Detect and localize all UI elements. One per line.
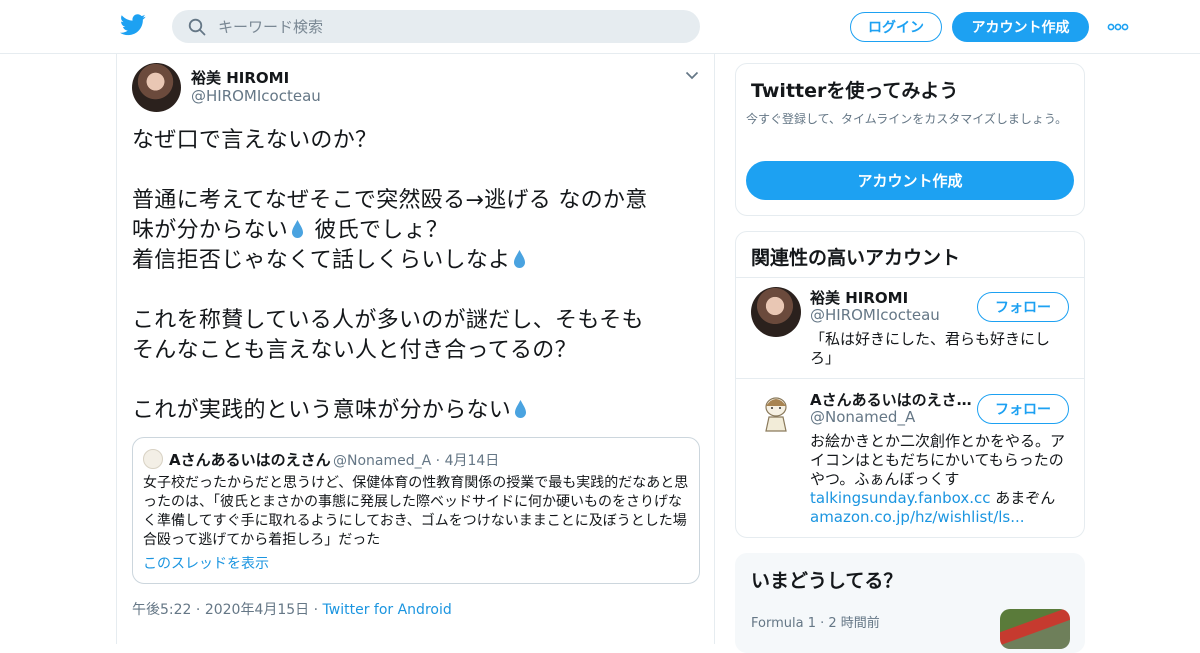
trends-card-title: いまどうしてる？ (751, 570, 903, 592)
quote-avatar[interactable] (143, 449, 163, 469)
trend-category: Formula 1 (751, 616, 816, 631)
tweet-line: 味が分からない (132, 218, 289, 243)
signup-card-title: Twitterを使ってみよう (751, 80, 959, 102)
trends-card: いまどうしてる？ Formula 1 · 2 時間前 (735, 553, 1085, 653)
quote-meta: @Nonamed_A · 4月14日 (333, 453, 500, 469)
more-options-icon[interactable] (1107, 22, 1129, 32)
account-handle[interactable]: @Nonamed_A (810, 408, 915, 426)
author-handle[interactable]: @HIROMIcocteau (191, 87, 321, 105)
tweet-source-link[interactable]: Twitter for Android (323, 602, 452, 618)
show-thread-link[interactable]: このスレッドを表示 (143, 553, 269, 573)
divider (736, 378, 1084, 379)
related-card-title: 関連性の高いアカウント (751, 247, 961, 269)
chevron-down-icon[interactable] (685, 71, 699, 80)
trend-meta[interactable]: Formula 1 · 2 時間前 (751, 612, 880, 631)
twitter-bird-icon[interactable] (120, 14, 146, 36)
droplet-emoji-icon (515, 400, 527, 418)
search-input[interactable] (218, 10, 678, 43)
trend-time: 2 時間前 (828, 616, 880, 631)
signup-button[interactable]: アカウント作成 (952, 12, 1089, 42)
tweet-time: 午後5:22 (132, 602, 192, 618)
droplet-emoji-icon (292, 220, 304, 238)
tweet-line: 彼氏でしょ？ (307, 218, 449, 243)
quote-author-handle: @Nonamed_A (333, 453, 432, 469)
author-avatar[interactable] (132, 63, 181, 112)
tweet-timestamp: 午後5:22 · 2020年4月15日 · Twitter for Androi… (132, 602, 452, 618)
tweet-line: なぜ口で言えないのか？ (132, 128, 378, 153)
tweet-line: これが実践的という意味が分からない (132, 398, 512, 423)
trend-thumbnail[interactable] (1000, 609, 1070, 649)
divider (736, 277, 1084, 278)
account-bio: お絵かきとか二次創作とかをやる。アイコンはともだちにかいてもらったのやつ。ふぁん… (810, 432, 1066, 526)
quote-author-name[interactable]: Aさんあるいはのえさん (169, 449, 331, 470)
related-accounts-card: 関連性の高いアカウント 裕美 HIROMI @HIROMIcocteau フォロ… (735, 231, 1085, 538)
tweet-date: 2020年4月15日 (204, 602, 310, 618)
top-bar: ログイン アカウント作成 (0, 0, 1200, 54)
account-avatar[interactable] (751, 287, 801, 337)
droplet-emoji-icon (514, 250, 526, 268)
account-name[interactable]: 裕美 HIROMI (810, 287, 975, 308)
login-button[interactable]: ログイン (850, 12, 942, 42)
tweet-line: 普通に考えてなぜそこで突然殴る→逃げる なのか意 (132, 188, 648, 213)
account-name[interactable]: Aさんあるいはのえさ… (810, 389, 975, 410)
quote-date: 4月14日 (444, 453, 500, 469)
signup-card-subtitle: 今すぐ登録して、タイムラインをカスタマイズしましょう。 (746, 112, 1068, 126)
quote-text: 女子校だったからだと思うけど、保健体育の性教育関係の授業で最も実践的だなあと思っ… (143, 475, 689, 548)
account-avatar[interactable] (751, 389, 801, 439)
account-handle[interactable]: @HIROMIcocteau (810, 306, 940, 324)
follow-button[interactable]: フォロー (977, 292, 1069, 322)
search-icon (188, 18, 206, 36)
search-bar[interactable] (172, 10, 700, 43)
tweet-line: これを称賛している人が多いのが謎だし、そもそも (132, 308, 644, 333)
bio-link[interactable]: amazon.co.jp/hz/wishlist/ls... (810, 508, 1025, 526)
follow-button[interactable]: フォロー (977, 394, 1069, 424)
signup-card-button[interactable]: アカウント作成 (746, 161, 1074, 200)
quoted-tweet[interactable]: Aさんあるいはのえさん @Nonamed_A · 4月14日 女子校だったからだ… (132, 437, 700, 584)
illustrated-avatar-icon (765, 397, 787, 432)
account-bio: 「私は好きにした、君らも好きにしろ」 (810, 330, 1051, 367)
bio-link[interactable]: talkingsunday.fanbox.cc (810, 489, 991, 507)
author-name[interactable]: 裕美 HIROMI (191, 67, 289, 88)
tweet-text: なぜ口で言えないのか？ 普通に考えてなぜそこで突然殴る→逃げる なのか意 味が分… (132, 126, 692, 426)
tweet-line: そんなことも言えない人と付き合ってるの？ (132, 338, 577, 363)
tweet-line: 着信拒否じゃなくて話しくらいしなよ (132, 248, 511, 273)
tweet-column: 裕美 HIROMI @HIROMIcocteau なぜ口で言えないのか？ 普通に… (116, 54, 715, 644)
signup-card: Twitterを使ってみよう 今すぐ登録して、タイムラインをカスタマイズしましょ… (735, 63, 1085, 216)
